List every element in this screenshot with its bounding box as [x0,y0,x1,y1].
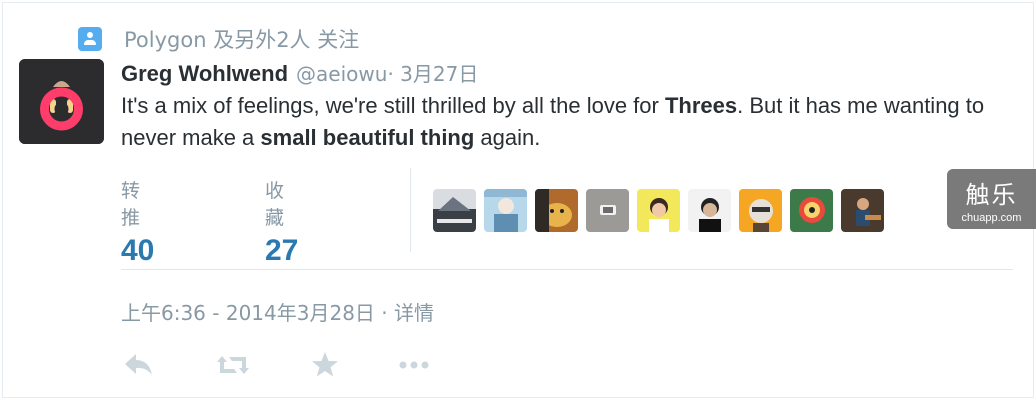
stats-divider [410,168,411,252]
tweet-text-part: It's a mix of feelings, we're still thri… [121,93,665,118]
tweet-text-bold: Threes [664,93,738,118]
favoriter-avatar[interactable] [535,189,578,232]
favoriter-avatar[interactable] [688,189,731,232]
tweet-date[interactable]: · 3月27日 [387,58,478,87]
favorites-count: 27 [265,234,299,267]
reply-icon [125,354,152,375]
author-name[interactable]: Greg Wohlwend [121,61,288,87]
tweet-text-part: again. [474,125,541,150]
favoriter-avatar[interactable] [586,189,629,232]
watermark-sub: chuapp.com [961,212,1022,224]
favoriter-avatar[interactable] [433,189,476,232]
favorites-stat[interactable]: 收藏 27 [265,176,298,268]
retweets-stat[interactable]: 转推 40 [121,176,154,268]
social-context-text[interactable]: Polygon 及另外2人 关注 [124,24,359,54]
favoriter-avatar[interactable] [790,189,833,232]
social-context: Polygon 及另外2人 关注 [78,26,359,52]
star-icon [312,352,338,377]
favoriter-avatar[interactable] [637,189,680,232]
author-handle[interactable]: @aeiowu [296,62,387,86]
favoriter-avatar[interactable] [739,189,782,232]
section-divider [121,269,1013,270]
watermark-title: 触乐 [965,181,1018,209]
favoriter-avatar[interactable] [841,189,884,232]
favoriter-avatars [433,189,892,232]
more-button[interactable] [395,348,431,382]
avatar[interactable] [19,59,104,144]
retweets-label: 转推 [121,180,141,229]
favorite-button[interactable] [307,348,343,382]
watermark: 触乐 chuapp.com [947,169,1036,229]
tweet-text: It's a mix of feelings, we're still thri… [121,90,1001,154]
more-icon [399,361,429,369]
retweet-icon [217,356,249,374]
reply-button[interactable] [121,348,157,382]
retweet-button[interactable] [213,348,249,382]
tweet-header: Greg Wohlwend @aeiowu · 3月27日 [121,58,478,86]
tweet-text-bold: small beautiful thing [260,125,475,150]
favoriter-avatar[interactable] [484,189,527,232]
favorites-label: 收藏 [265,180,285,229]
tweet-timestamp[interactable]: 上午6:36 - 2014年3月28日 · 详情 [121,297,434,326]
retweets-count: 40 [121,234,155,267]
person-icon [78,27,102,51]
